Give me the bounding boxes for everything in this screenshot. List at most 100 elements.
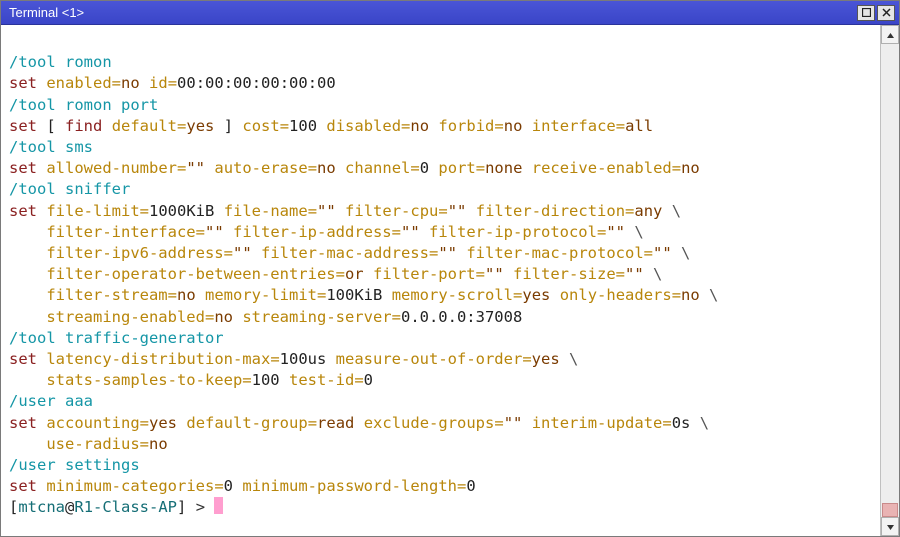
equals: = <box>494 414 503 432</box>
arg-val: any <box>634 202 662 220</box>
arg-val: 0s <box>672 414 691 432</box>
arg-key: disabled <box>326 117 401 135</box>
arg-key: test-id <box>289 371 354 389</box>
scroll-track[interactable] <box>881 44 899 517</box>
equals: = <box>308 414 317 432</box>
section-path: /user aaa <box>9 392 93 410</box>
arg-val: 1000KiB <box>149 202 214 220</box>
arg-val: no <box>410 117 429 135</box>
arg-val: "" <box>625 265 644 283</box>
arg-key: filter-operator-between-entries <box>46 265 335 283</box>
equals: = <box>168 286 177 304</box>
line-continuation: \ <box>672 244 691 262</box>
scroll-down-button[interactable] <box>881 517 899 536</box>
arg-key: file-limit <box>46 202 139 220</box>
section-path: /tool sniffer <box>9 180 130 198</box>
indent <box>9 434 46 455</box>
arg-key: file-name <box>224 202 308 220</box>
arg-key: stats-samples-to-keep <box>46 371 242 389</box>
equals: = <box>494 117 503 135</box>
arg-key: filter-stream <box>46 286 167 304</box>
equals: = <box>140 435 149 453</box>
bracket-open: [ <box>46 117 65 135</box>
line-continuation: \ <box>625 223 644 241</box>
body-area: /tool romon set enabled=no id=00:00:00:0… <box>1 25 899 536</box>
terminal-window: Terminal <1> /tool romon set enabled=no … <box>0 0 900 537</box>
arg-key: filter-cpu <box>345 202 438 220</box>
arg-key: default <box>112 117 177 135</box>
equals: = <box>242 371 251 389</box>
equals: = <box>401 117 410 135</box>
arg-val: no <box>214 308 233 326</box>
arg-key: only-headers <box>560 286 672 304</box>
arg-val: "" <box>606 223 625 241</box>
arg-key: forbid <box>438 117 494 135</box>
arg-val: all <box>625 117 653 135</box>
equals: = <box>616 265 625 283</box>
arg-val: 0 <box>364 371 373 389</box>
equals: = <box>392 308 401 326</box>
titlebar[interactable]: Terminal <1> <box>1 1 899 25</box>
arrow-up-icon <box>886 25 895 44</box>
arg-val: no <box>121 74 140 92</box>
arg-key: allowed-number <box>46 159 177 177</box>
equals: = <box>140 414 149 432</box>
scroll-up-button[interactable] <box>881 25 899 44</box>
line-continuation: \ <box>662 202 681 220</box>
prompt-open: [ <box>9 498 18 516</box>
arg-val: no <box>681 286 700 304</box>
arg-key: default-group <box>186 414 307 432</box>
arg-val: no <box>317 159 336 177</box>
maximize-button[interactable] <box>857 5 875 21</box>
equals: = <box>616 117 625 135</box>
prompt-at: @ <box>65 498 74 516</box>
scrollbar[interactable] <box>880 25 899 536</box>
arg-val: 100 <box>252 371 280 389</box>
arg-key: filter-ipv6-address <box>46 244 223 262</box>
equals: = <box>224 244 233 262</box>
section-path: /tool romon <box>9 53 112 71</box>
arg-key: exclude-groups <box>364 414 495 432</box>
equals: = <box>308 159 317 177</box>
arg-val: "" <box>653 244 672 262</box>
keyword-set: set <box>9 477 37 495</box>
equals: = <box>429 244 438 262</box>
equals: = <box>457 477 466 495</box>
arg-key: accounting <box>46 414 139 432</box>
arg-val: "" <box>317 202 336 220</box>
equals: = <box>662 414 671 432</box>
arg-key: minimum-password-length <box>242 477 457 495</box>
keyword-set: set <box>9 159 37 177</box>
indent <box>9 264 46 285</box>
arg-key: streaming-enabled <box>46 308 205 326</box>
section-path: /tool traffic-generator <box>9 329 224 347</box>
arg-key: interim-update <box>532 414 663 432</box>
arg-val: 0.0.0.0:37008 <box>401 308 522 326</box>
arg-val: 100KiB <box>326 286 382 304</box>
arg-val: 00:00:00:00:00:00 <box>177 74 336 92</box>
scroll-thumb[interactable] <box>882 503 898 517</box>
arg-key: channel <box>345 159 410 177</box>
line-continuation: \ <box>700 286 719 304</box>
equals: = <box>522 350 531 368</box>
arg-key: memory-limit <box>205 286 317 304</box>
arg-key: interface <box>532 117 616 135</box>
keyword-set: set <box>9 117 37 135</box>
equals: = <box>308 202 317 220</box>
line-continuation: \ <box>644 265 663 283</box>
arg-val: 100 <box>289 117 317 135</box>
equals: = <box>625 202 634 220</box>
equals: = <box>354 371 363 389</box>
terminal-output[interactable]: /tool romon set enabled=no id=00:00:00:0… <box>1 25 880 536</box>
equals: = <box>280 117 289 135</box>
arg-key: receive-enabled <box>532 159 672 177</box>
equals: = <box>270 350 279 368</box>
arg-val: none <box>485 159 522 177</box>
close-button[interactable] <box>877 5 895 21</box>
equals: = <box>214 477 223 495</box>
arg-key: enabled <box>46 74 111 92</box>
equals: = <box>476 159 485 177</box>
equals: = <box>140 202 149 220</box>
arg-key: filter-ip-protocol <box>429 223 597 241</box>
equals: = <box>410 159 419 177</box>
